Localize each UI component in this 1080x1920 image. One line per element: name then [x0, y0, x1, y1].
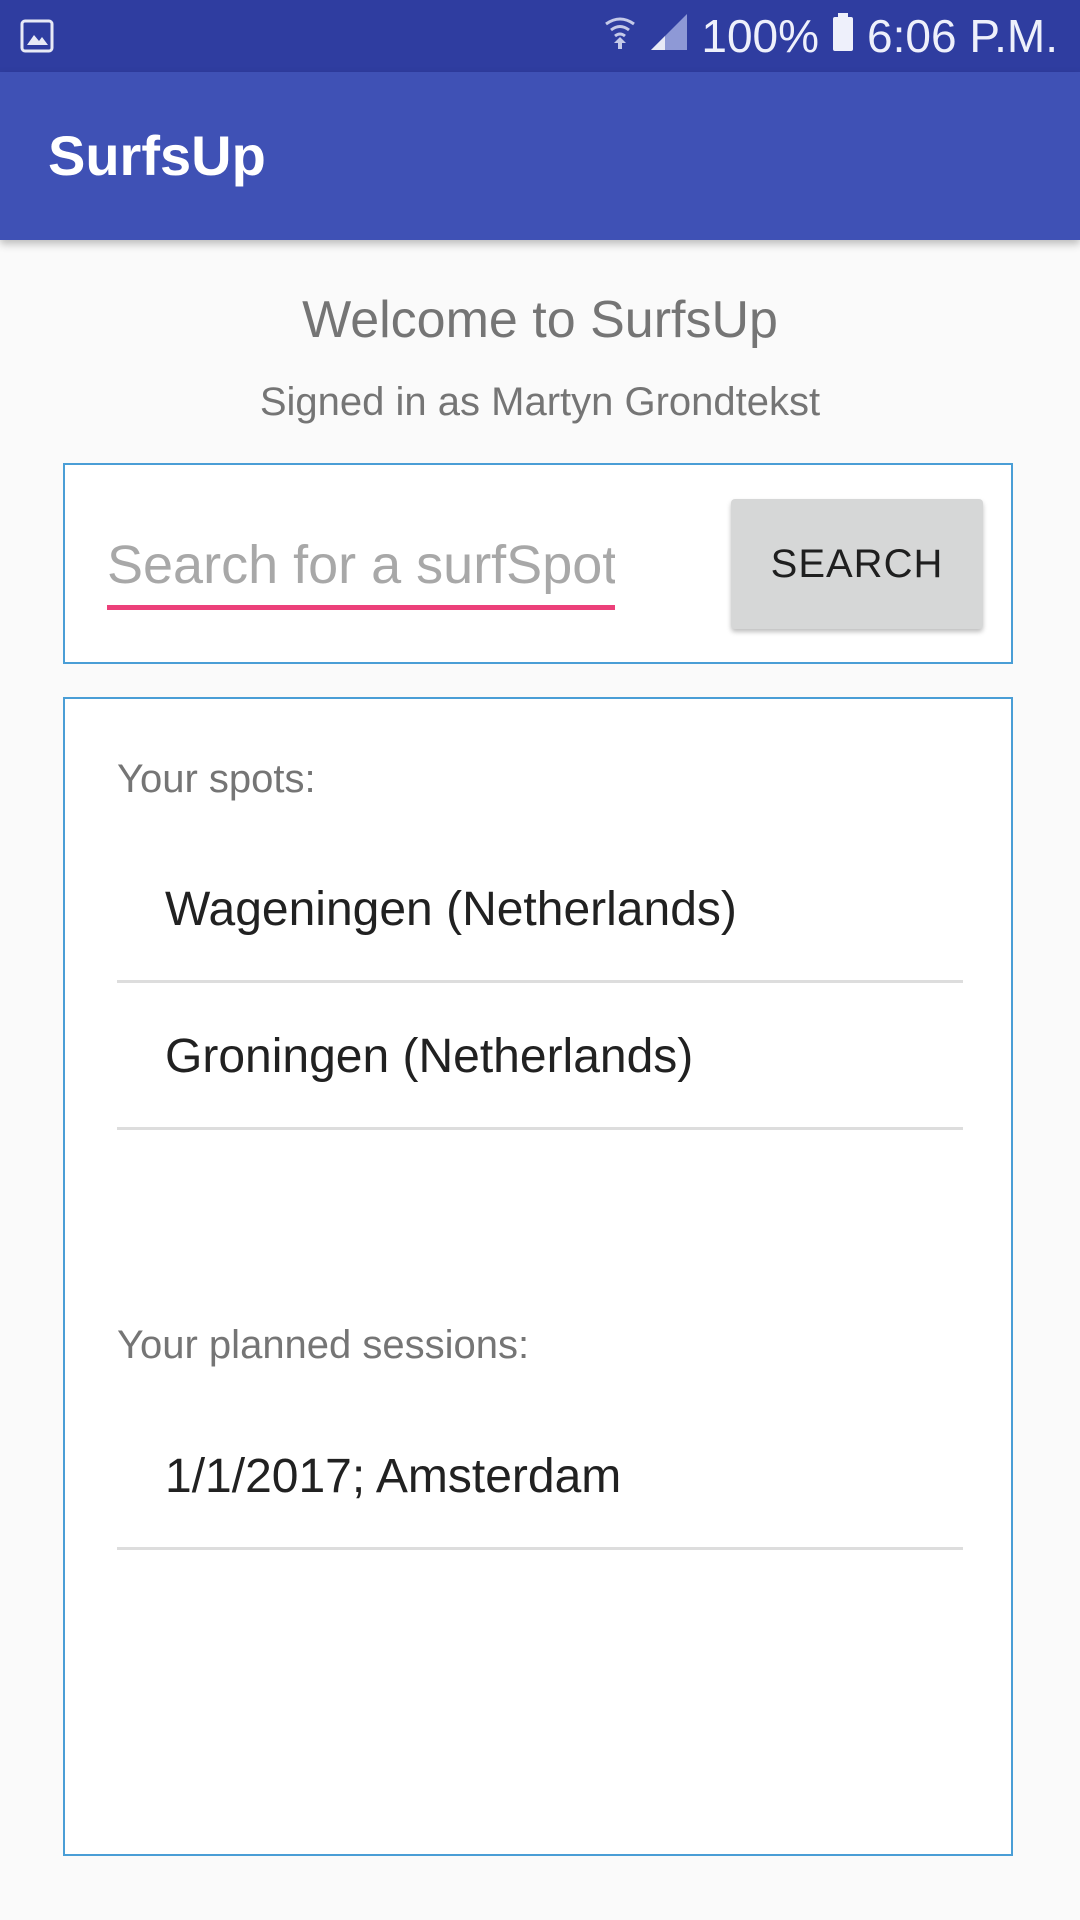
spots-section-label: Your spots: [117, 757, 316, 801]
signed-in-label: Signed in as Martyn Grondtekst [259, 380, 821, 424]
wifi-icon [603, 9, 637, 63]
list-item-label: 1/1/2017; Amsterdam [165, 1450, 622, 1503]
welcome-heading: Welcome to SurfsUp [302, 291, 778, 349]
signal-icon [649, 9, 689, 63]
search-panel: SEARCH [63, 463, 1013, 664]
list-item-label: Groningen (Netherlands) [165, 1030, 694, 1083]
app-bar: SurfsUp [0, 72, 1080, 240]
lists-panel: Your spots: Wageningen (Netherlands) Gro… [63, 697, 1013, 1856]
battery-text: 100% [701, 10, 820, 62]
gallery-icon [20, 18, 54, 54]
list-item-session[interactable]: 1/1/2017; Amsterdam [117, 1404, 963, 1550]
battery-icon [831, 9, 855, 63]
app-title: SurfsUp [48, 124, 266, 187]
clock: 6:06 P.M. [867, 10, 1058, 62]
status-bar: 100% 6:06 P.M. [0, 0, 1080, 72]
sessions-section-label: Your planned sessions: [117, 1323, 530, 1367]
list-item-spot[interactable]: Wageningen (Netherlands) [117, 837, 963, 983]
search-input[interactable] [107, 525, 615, 610]
search-button[interactable]: SEARCH [731, 499, 983, 629]
list-item-label: Wageningen (Netherlands) [165, 883, 737, 936]
list-item-spot[interactable]: Groningen (Netherlands) [117, 984, 963, 1130]
